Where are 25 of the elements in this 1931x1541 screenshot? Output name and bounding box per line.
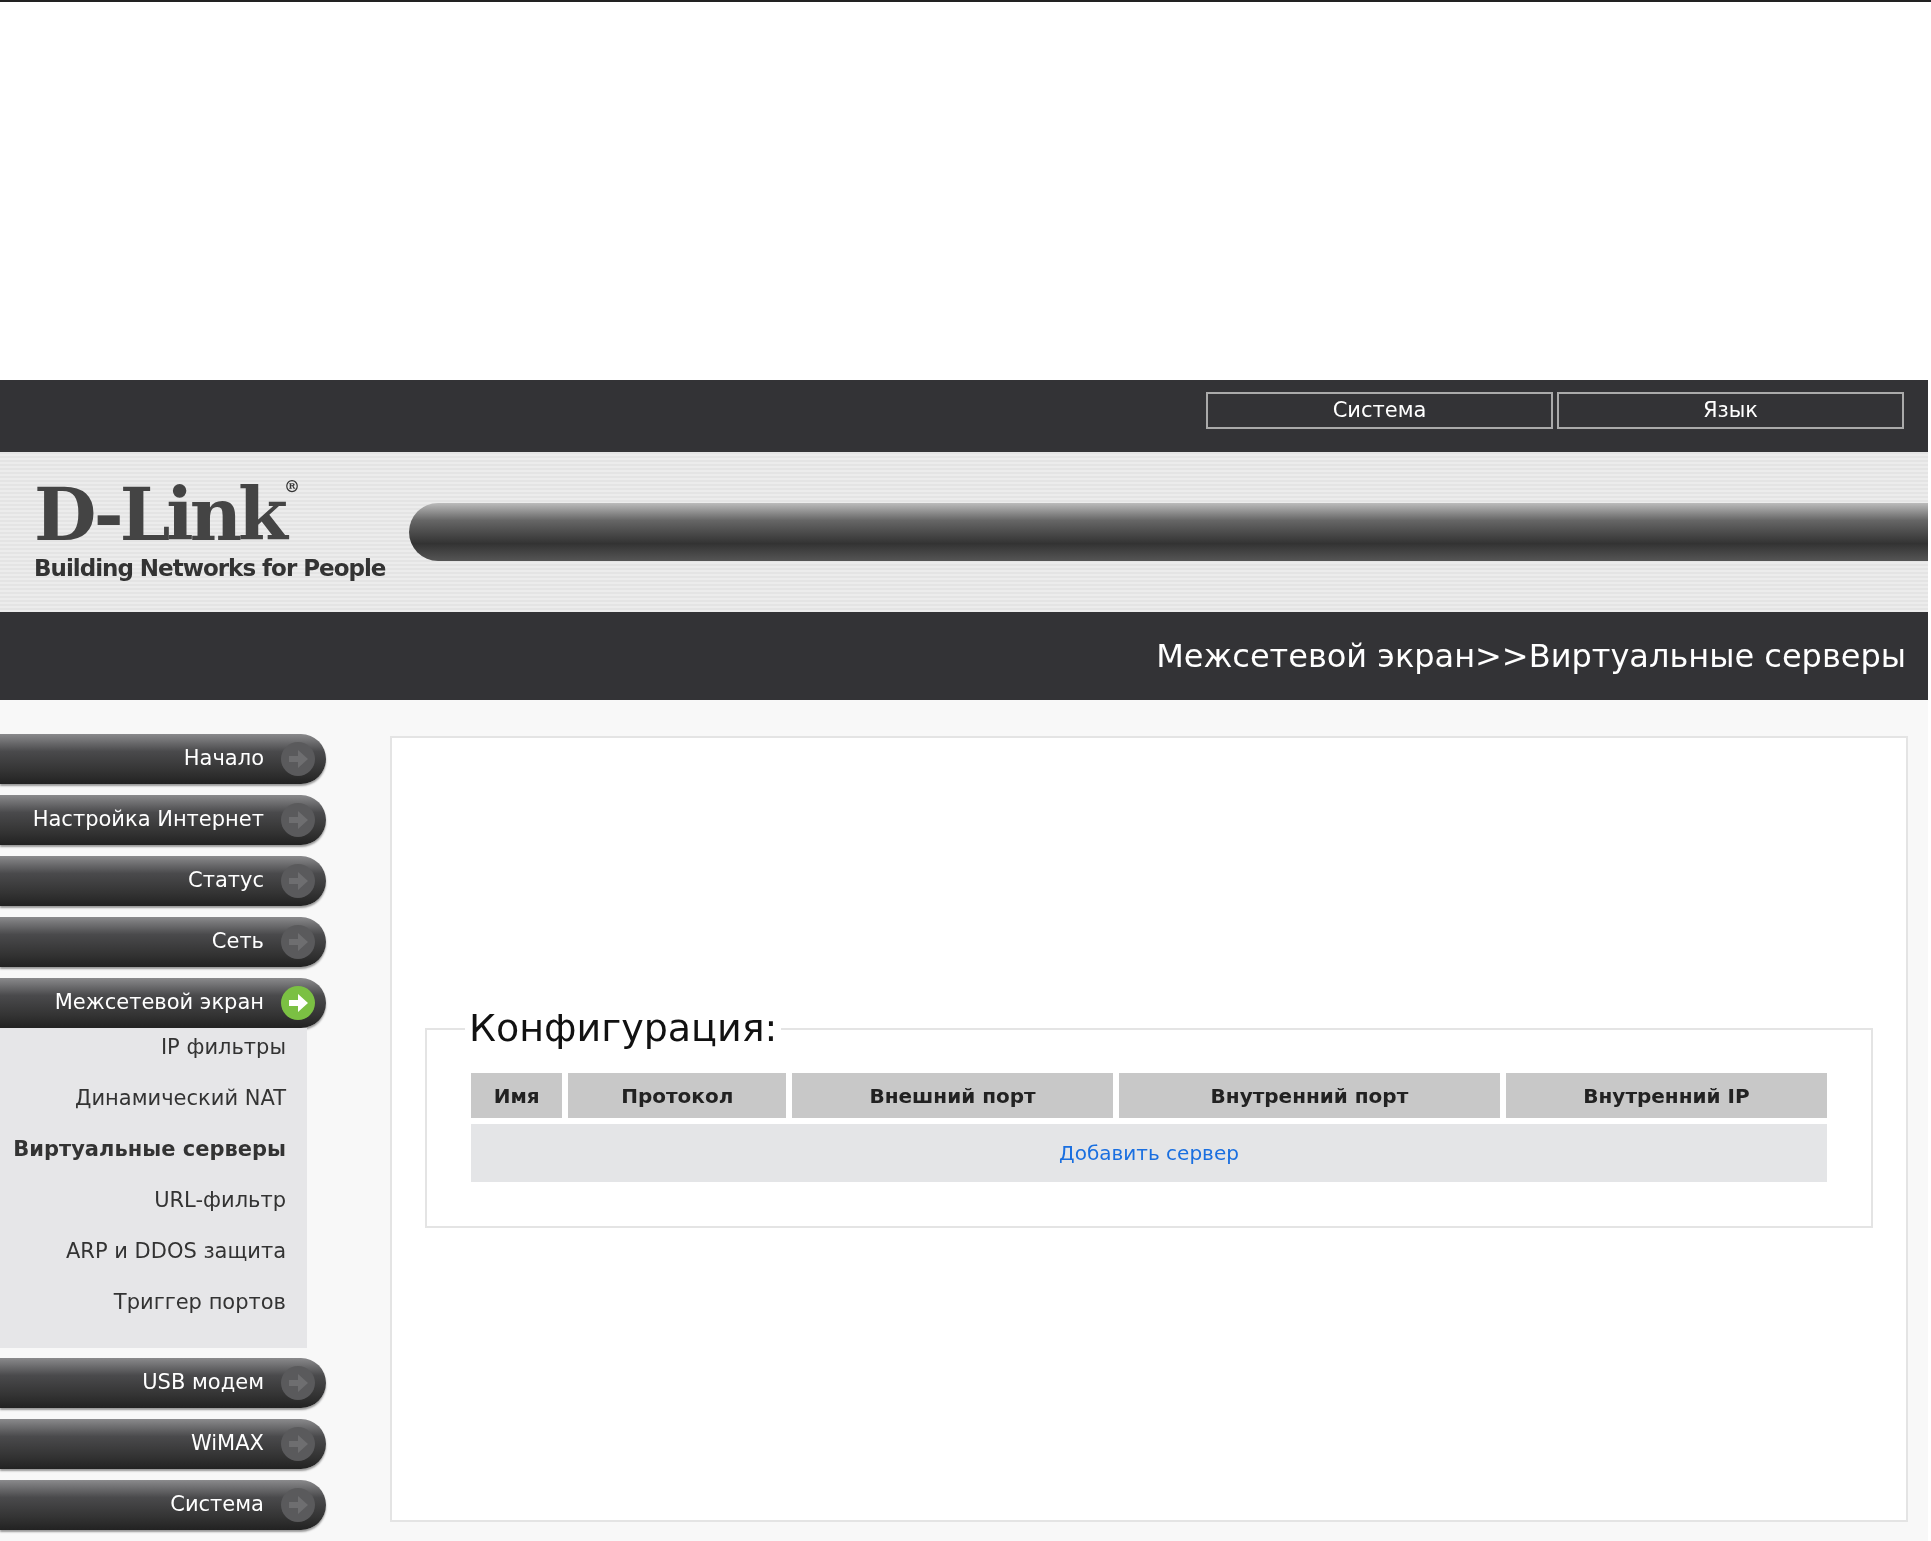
column-header: Внутренний порт bbox=[1118, 1073, 1500, 1118]
menu-button[interactable]: USB модем bbox=[0, 1358, 326, 1408]
column-header: Внешний порт bbox=[792, 1073, 1113, 1118]
section-title: Конфигурация: bbox=[468, 1005, 779, 1052]
submenu-link[interactable]: ARP и DDOS защита bbox=[0, 1236, 286, 1287]
submenu-link[interactable]: Триггер портов bbox=[0, 1287, 286, 1338]
menu-button[interactable]: Межсетевой экран bbox=[0, 978, 326, 1028]
submenu-link[interactable]: Виртуальные серверы bbox=[0, 1134, 286, 1185]
menu-button[interactable]: Статус bbox=[0, 856, 326, 906]
column-header: Протокол bbox=[568, 1073, 787, 1118]
add-server-link[interactable]: Добавить сервер bbox=[1059, 1141, 1239, 1165]
menu-button[interactable]: Начало bbox=[0, 734, 326, 784]
breadcrumb: Межсетевой экран>>Виртуальные серверы bbox=[1156, 636, 1906, 677]
submenu-link[interactable]: IP фильтры bbox=[0, 1032, 286, 1083]
column-header: Имя bbox=[471, 1073, 563, 1118]
logo: D-Link® Building Networks for People bbox=[34, 478, 386, 583]
submenu-link[interactable]: Динамический NAT bbox=[0, 1083, 286, 1134]
menu-button[interactable]: Сеть bbox=[0, 917, 326, 967]
submenu-link[interactable]: URL-фильтр bbox=[0, 1185, 286, 1236]
column-header: Внутренний IP bbox=[1505, 1073, 1827, 1118]
menu-button[interactable]: Настройка Интернет bbox=[0, 795, 326, 845]
menu-button[interactable]: Язык bbox=[1557, 392, 1904, 429]
menu-button[interactable]: Система bbox=[0, 1480, 326, 1530]
menu-button[interactable]: WiMAX bbox=[0, 1419, 326, 1469]
menu-button[interactable]: Система bbox=[1206, 392, 1553, 429]
